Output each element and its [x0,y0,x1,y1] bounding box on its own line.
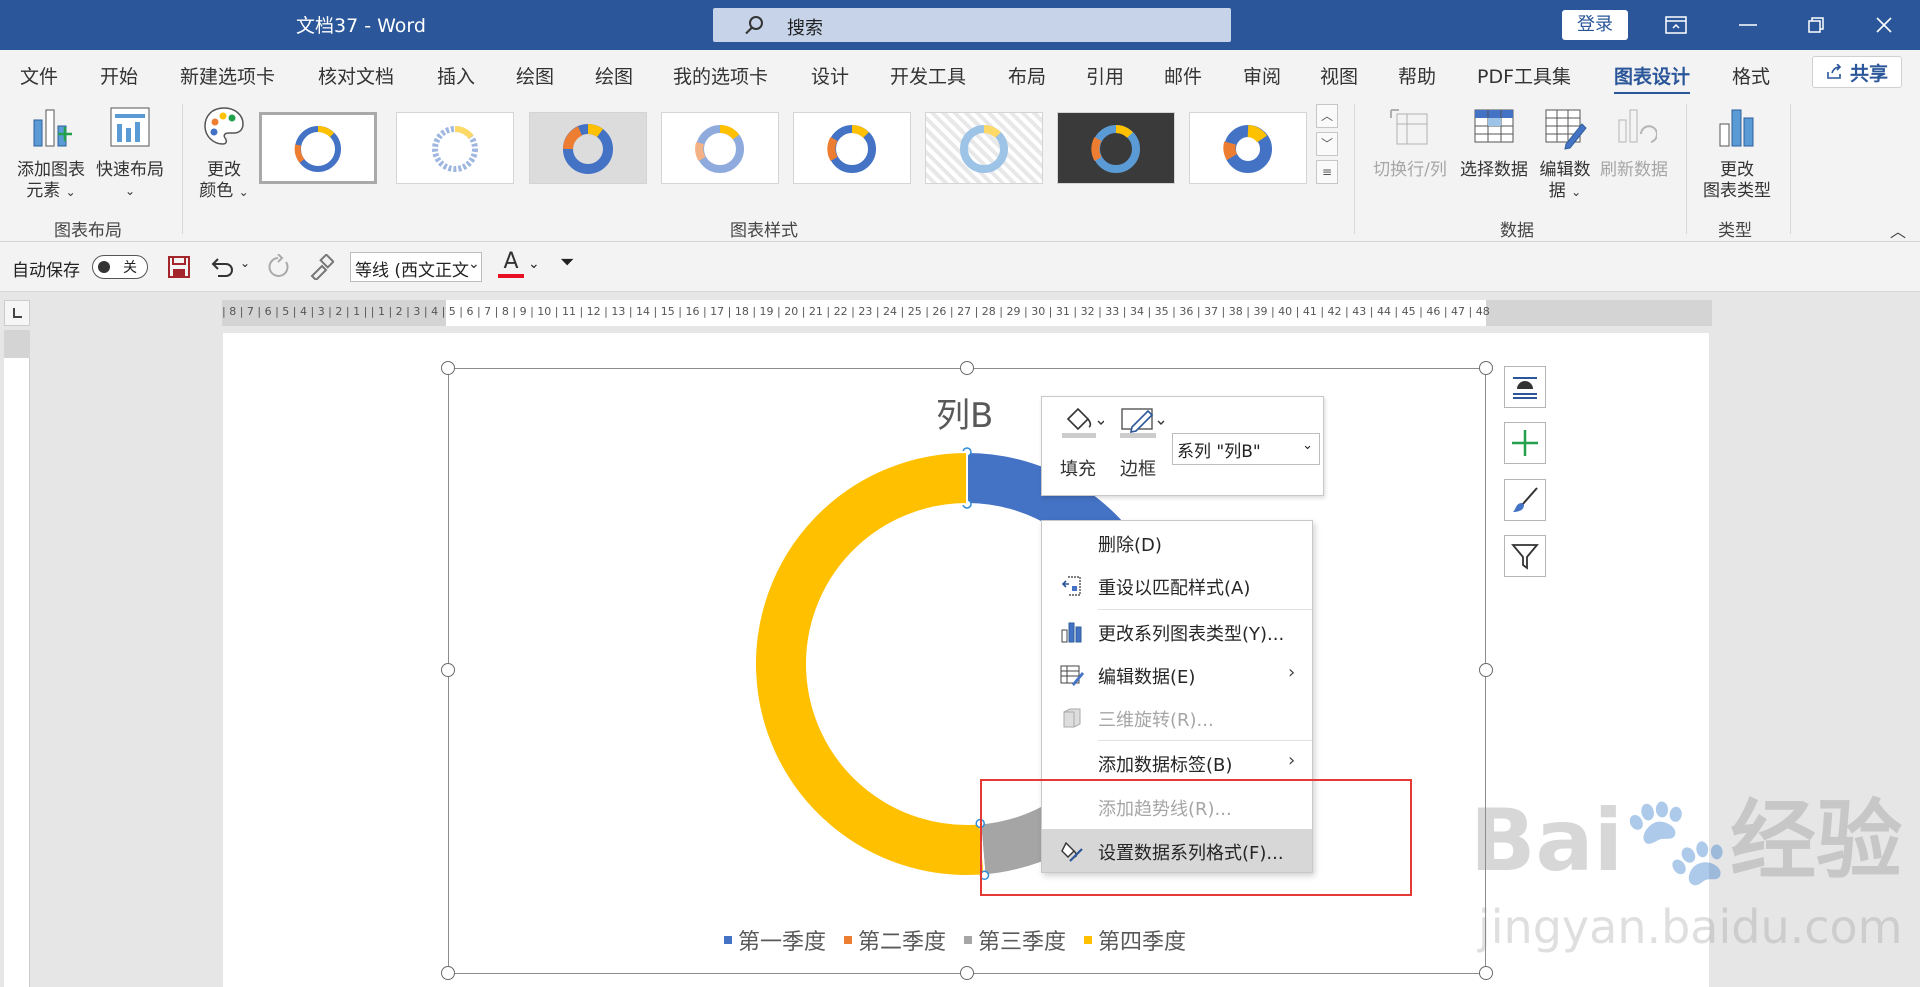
format-mini-toolbar: 填充 边框 系列 "列B" ⌄ [1041,396,1324,496]
legend-swatch [964,936,973,944]
menu-item-change-series-chart-type[interactable]: 更改系列图表类型(Y)... [1042,610,1312,653]
highlight-annotation-box [980,779,1412,896]
menu-item-label: 添加数据标签(B) [1098,755,1233,776]
donut-slice[interactable] [754,450,986,877]
chart-filters-button[interactable] [1504,535,1546,577]
legend-swatch [844,936,853,944]
legend-label: 第一季度 [738,930,827,955]
chevron-right-icon: › [1288,750,1296,771]
legend-swatch [724,936,732,944]
legend-item[interactable]: 第四季度 [1084,924,1186,956]
plus-icon [1512,430,1538,456]
legend-label: 第二季度 [858,930,947,955]
menu-item-label: 更改系列图表类型(Y)... [1098,624,1285,645]
layout-options-button[interactable] [1504,366,1546,408]
legend-item[interactable]: 第二季度 [844,924,946,956]
chart-elements-button[interactable] [1504,422,1546,464]
layout-options-icon [1513,377,1537,399]
menu-item-label: 删除(D) [1098,535,1162,556]
watermark-logo: Bai🐾经验 [1470,770,1902,895]
outline-label: 边框 [1120,459,1156,480]
menu-item-3d-rotation[interactable]: 三维旋转(R)... [1042,696,1312,739]
chevron-right-icon: › [1288,662,1296,683]
change-chart-type-icon [1061,622,1082,643]
menu-item-edit-data[interactable]: 编辑数据(E) › [1042,653,1312,696]
edit-data-icon [1060,665,1084,686]
legend-label: 第三季度 [978,930,1067,955]
watermark-brand-2: 经验 [1730,791,1903,891]
menu-item-label: 重设以匹配样式(A) [1098,578,1251,599]
legend-label: 第四季度 [1098,930,1187,955]
menu-item-label: 编辑数据(E) [1098,667,1196,688]
legend-swatch [1084,936,1093,944]
menu-item-label: 三维旋转(R)... [1098,710,1214,731]
series-selector-value: 系列 "列B" [1177,442,1261,462]
fill-bucket-icon[interactable] [1060,405,1104,439]
menu-item-add-data-labels[interactable]: 添加数据标签(B) › [1042,741,1312,784]
fill-label: 填充 [1060,459,1096,480]
series-selector[interactable]: 系列 "列B" ⌄ [1172,433,1320,465]
filter-icon [1511,544,1539,570]
brush-icon [1513,487,1538,512]
outline-pen-icon[interactable] [1118,405,1166,439]
watermark-url: jingyan.baidu.com [1478,900,1903,954]
menu-item-reset-style[interactable]: 重设以匹配样式(A) [1042,564,1312,607]
legend-item[interactable]: 第三季度 [964,924,1066,956]
legend-item[interactable]: 第一季度 [724,924,826,956]
chevron-down-icon: ⌄ [1302,438,1313,453]
3d-rotation-icon [1063,708,1081,728]
chart-styles-button[interactable] [1504,479,1546,521]
paw-icon: 🐾 [1623,791,1731,891]
watermark-brand: Bai [1470,791,1624,891]
menu-item-delete[interactable]: 删除(D) [1042,521,1312,564]
reset-style-icon [1061,576,1081,596]
chart-legend[interactable]: 第一季度 第二季度 第三季度 第四季度 [724,924,1186,956]
